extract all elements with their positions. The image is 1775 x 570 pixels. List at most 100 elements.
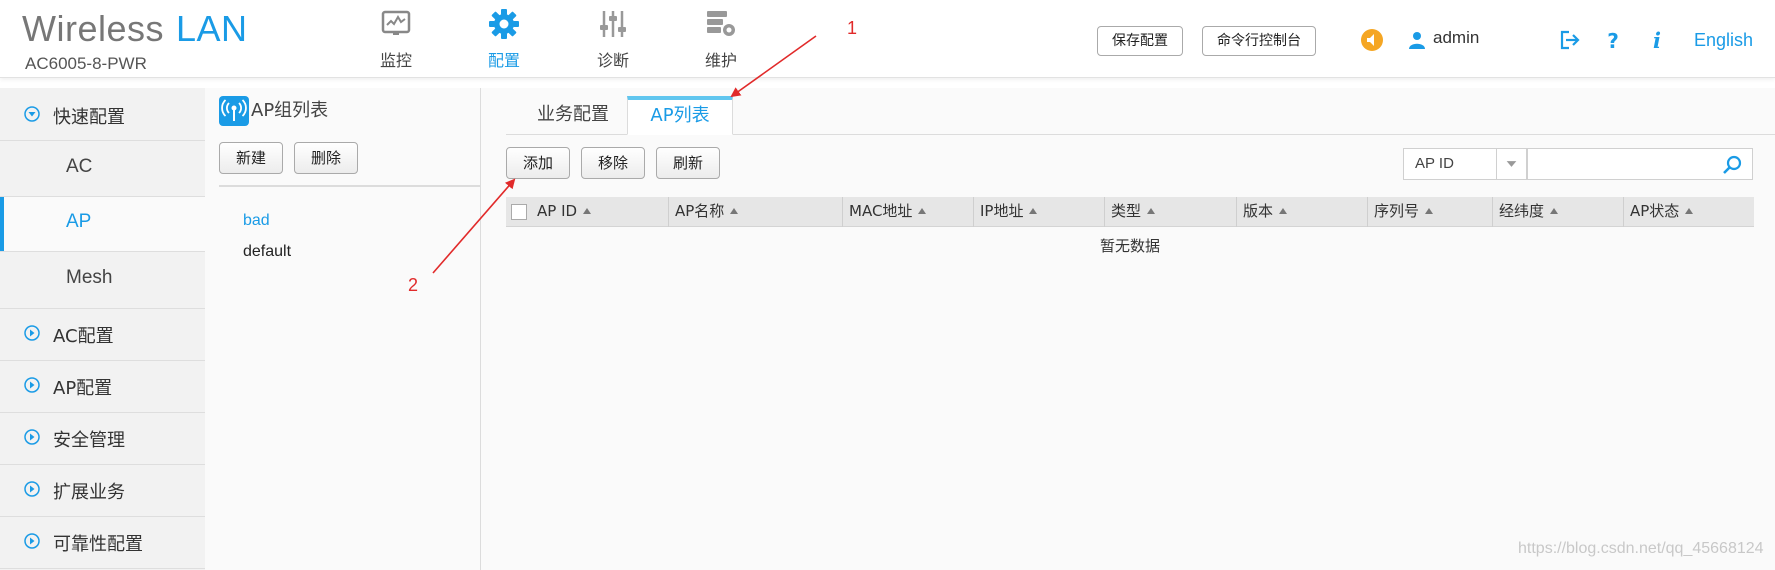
sidebar-item-label: AP配置 [53, 378, 113, 399]
brand-title-lan: LAN [176, 8, 248, 49]
sidebar-item-label: AC配置 [53, 326, 114, 347]
sidebar-item-label: 扩展业务 [53, 482, 125, 503]
monitor-icon [381, 10, 411, 35]
sidebar-item-reliability[interactable]: 可靠性配置 [0, 517, 205, 569]
sort-asc-icon [1425, 208, 1434, 214]
tab-ap-list[interactable]: AP列表 [627, 96, 733, 135]
select-all-checkbox[interactable] [511, 204, 527, 220]
column-label: 序列号 [1374, 202, 1420, 220]
ap-group-title-text: AP组列表 [251, 100, 329, 121]
column-label: 经纬度 [1499, 202, 1545, 220]
chevron-down-icon [1496, 149, 1517, 179]
sort-asc-icon [918, 208, 927, 214]
username-label[interactable]: admin [1433, 28, 1479, 48]
chevron-right-circle-icon [24, 533, 40, 549]
ap-group-panel: AP组列表 新建 删除 bad default [205, 88, 481, 570]
new-group-button[interactable]: 新建 [219, 142, 284, 174]
chevron-right-circle-icon [24, 481, 40, 497]
sidebar-subitem-mesh[interactable]: Mesh [0, 252, 205, 309]
sort-asc-icon [1685, 208, 1694, 214]
sidebar-item-quick-config[interactable]: 快速配置 [0, 88, 205, 141]
column-label: AP状态 [1630, 202, 1680, 220]
group-item-bad[interactable]: bad [243, 212, 270, 230]
column-header-ip[interactable]: IP地址 [973, 197, 1104, 227]
save-config-button[interactable]: 保存配置 [1097, 26, 1183, 56]
sidebar-subitem-ap[interactable]: AP [0, 197, 205, 252]
chevron-right-circle-icon [24, 377, 40, 393]
refresh-button[interactable]: 刷新 [656, 147, 721, 179]
nav-diagnose-label: 诊断 [596, 51, 629, 70]
search-icon[interactable] [1721, 154, 1743, 176]
left-sidebar: 快速配置 AC AP Mesh AC配置 AP配置 安全管理 扩展业务 可靠性配… [0, 88, 205, 570]
column-label: 版本 [1243, 202, 1274, 220]
maintenance-icon [707, 11, 735, 36]
alarm-icon[interactable] [1361, 29, 1383, 51]
nav-maintain-label: 维护 [704, 51, 737, 70]
remove-button[interactable]: 移除 [581, 147, 646, 179]
ap-table-header: AP ID AP名称 MAC地址 IP地址 类型 版本 序列号 经纬度 AP状态 [506, 197, 1754, 227]
column-label: IP地址 [980, 202, 1024, 220]
sort-asc-icon [1029, 208, 1038, 214]
nav-maintain[interactable]: 维护 [681, 8, 761, 71]
search-field-select[interactable]: AP ID [1403, 148, 1527, 180]
gear-icon [489, 9, 519, 39]
device-model: AC6005-8-PWR [25, 54, 147, 73]
sidebar-item-label: 快速配置 [53, 107, 125, 128]
language-switch-link[interactable]: English [1694, 30, 1753, 51]
column-label: AP名称 [675, 202, 725, 220]
column-label: AP ID [537, 202, 578, 220]
top-header: Wireless LAN AC6005-8-PWR 监控 配置 诊断 维护 保存… [0, 0, 1775, 78]
table-empty-message: 暂无数据 [1099, 237, 1160, 255]
annotation-marker-1: 1 [847, 18, 858, 38]
column-header-coordinates[interactable]: 经纬度 [1492, 197, 1623, 227]
sidebar-subitem-label: AC [66, 156, 93, 177]
delete-group-button[interactable]: 删除 [294, 142, 359, 174]
wireless-ap-icon [219, 96, 249, 126]
sort-asc-icon [583, 208, 592, 214]
sort-asc-icon [730, 208, 739, 214]
chevron-down-circle-icon [24, 106, 40, 122]
chevron-right-circle-icon [24, 429, 40, 445]
add-button[interactable]: 添加 [506, 147, 571, 179]
sidebar-subitem-ac[interactable]: AC [0, 141, 205, 197]
column-header-mac[interactable]: MAC地址 [842, 197, 973, 227]
column-header-type[interactable]: 类型 [1104, 197, 1236, 227]
nav-config[interactable]: 配置 [464, 8, 544, 71]
sidebar-item-extended-services[interactable]: 扩展业务 [0, 465, 205, 517]
svg-text:i: i [1653, 29, 1661, 51]
sort-asc-icon [1279, 208, 1288, 214]
search-input[interactable] [1527, 148, 1753, 180]
help-icon[interactable]: ? [1603, 29, 1623, 51]
sidebar-subitem-label: Mesh [66, 267, 113, 288]
info-icon[interactable]: i [1648, 29, 1666, 51]
annotation-marker-2: 2 [408, 275, 419, 295]
column-header-version[interactable]: 版本 [1236, 197, 1367, 227]
nav-config-label: 配置 [487, 51, 520, 70]
sliders-icon [600, 11, 626, 37]
brand-title-wireless: Wireless [22, 8, 165, 49]
chevron-right-circle-icon [24, 325, 40, 341]
ap-group-panel-title: AP组列表 [219, 96, 328, 126]
column-label: MAC地址 [849, 202, 913, 220]
sidebar-item-ac-config[interactable]: AC配置 [0, 309, 205, 361]
sidebar-item-ap-config[interactable]: AP配置 [0, 361, 205, 413]
group-item-default[interactable]: default [243, 243, 291, 261]
sidebar-item-label: 安全管理 [53, 430, 125, 451]
divider [219, 185, 481, 187]
column-header-ap-id[interactable]: AP ID [531, 197, 668, 227]
user-icon [1409, 32, 1425, 49]
tab-service-config[interactable]: 业务配置 [523, 96, 623, 135]
column-header-ap-status[interactable]: AP状态 [1623, 197, 1754, 227]
svg-text:?: ? [1607, 29, 1619, 51]
column-header-serial[interactable]: 序列号 [1367, 197, 1492, 227]
column-header-ap-name[interactable]: AP名称 [668, 197, 842, 227]
logout-icon[interactable] [1558, 29, 1580, 51]
column-label: 类型 [1111, 202, 1142, 220]
nav-monitor[interactable]: 监控 [356, 8, 436, 71]
sort-asc-icon [1147, 208, 1156, 214]
main-content: 业务配置 AP列表 添加 移除 刷新 AP ID AP ID AP名称 MAC地… [481, 88, 1775, 570]
sidebar-item-security[interactable]: 安全管理 [0, 413, 205, 465]
nav-diagnose[interactable]: 诊断 [573, 8, 653, 71]
nav-monitor-label: 监控 [379, 51, 412, 70]
cli-console-button[interactable]: 命令行控制台 [1202, 26, 1316, 56]
